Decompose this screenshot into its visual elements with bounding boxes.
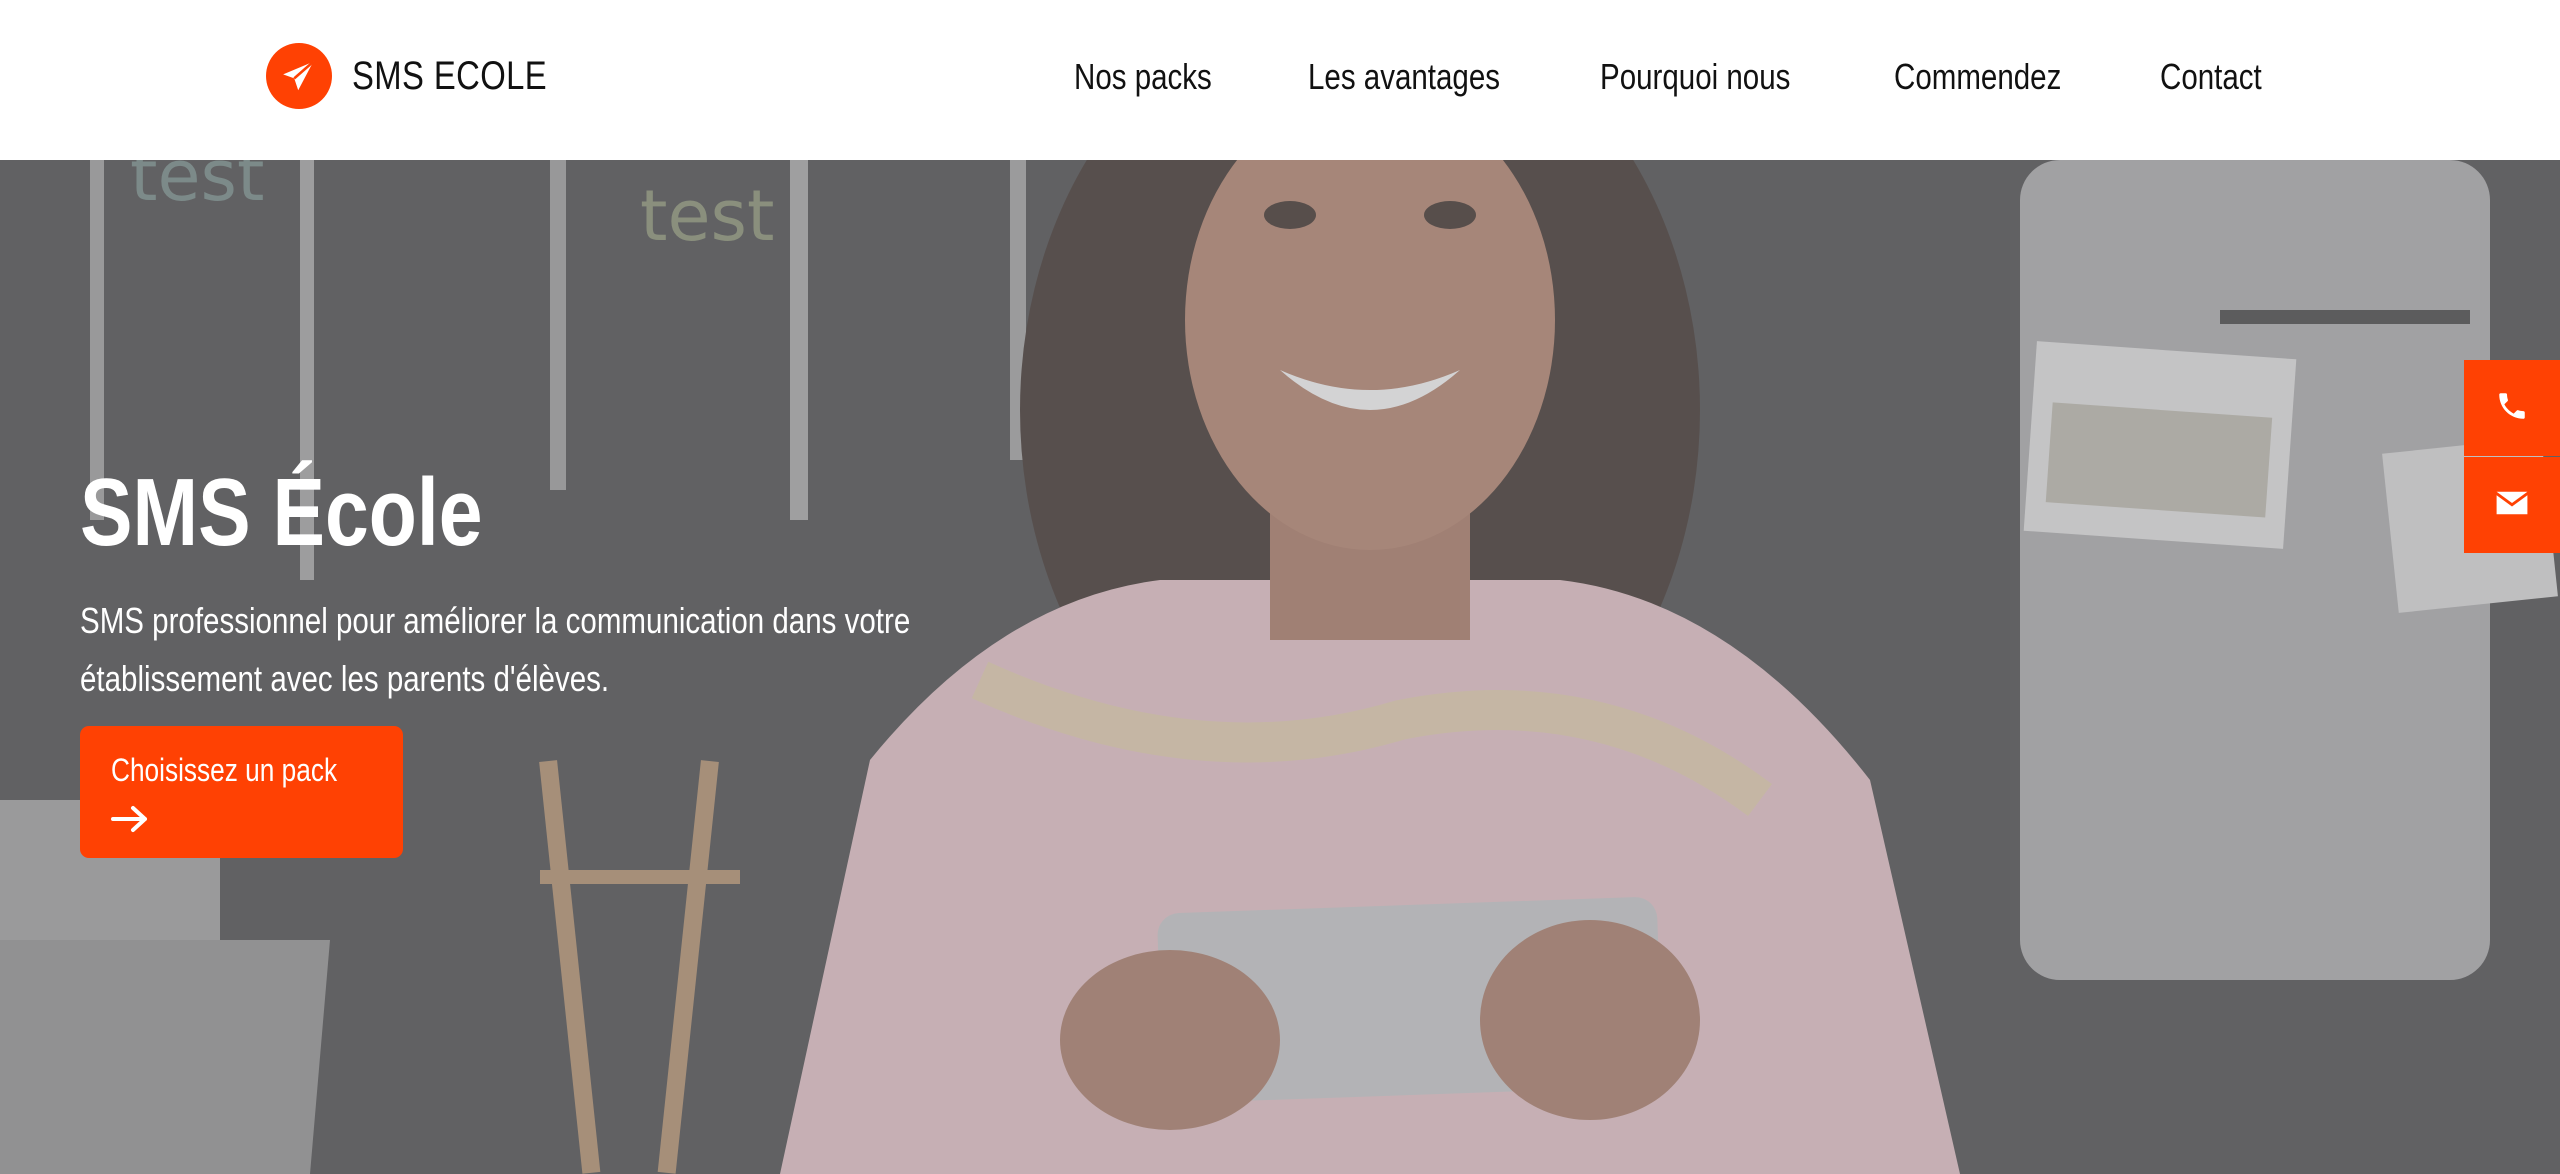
nav-item-commendez[interactable]: Commendez xyxy=(1894,56,2061,98)
site-header: SMS ECOLE Nos packs Les avantages Pourqu… xyxy=(0,0,2560,160)
hero-subtitle: SMS professionnel pour améliorer la comm… xyxy=(80,600,911,699)
nav-item-contact[interactable]: Contact xyxy=(2160,56,2262,98)
choose-pack-label: Choisissez un pack xyxy=(111,752,338,788)
main-nav: Nos packs Les avantages Pourquoi nous Co… xyxy=(1040,0,2280,160)
arrow-right-icon xyxy=(111,804,149,839)
nav-item-les-avantages[interactable]: Les avantages xyxy=(1308,56,1500,98)
paper-plane-icon xyxy=(266,43,332,109)
phone-icon xyxy=(2495,389,2529,428)
nav-item-nos-packs[interactable]: Nos packs xyxy=(1074,56,1212,98)
hero-title: SMS École xyxy=(80,459,483,566)
hero-section: test test SMS École SMS professionnel po… xyxy=(0,160,2560,1174)
logo[interactable]: SMS ECOLE xyxy=(266,43,590,109)
nav-item-pourquoi-nous[interactable]: Pourquoi nous xyxy=(1600,56,1790,98)
phone-button[interactable] xyxy=(2464,360,2560,456)
choose-pack-button[interactable]: Choisissez un pack xyxy=(80,726,403,858)
envelope-icon xyxy=(2495,489,2529,522)
email-button[interactable] xyxy=(2464,457,2560,553)
brand-name: SMS ECOLE xyxy=(352,53,548,98)
